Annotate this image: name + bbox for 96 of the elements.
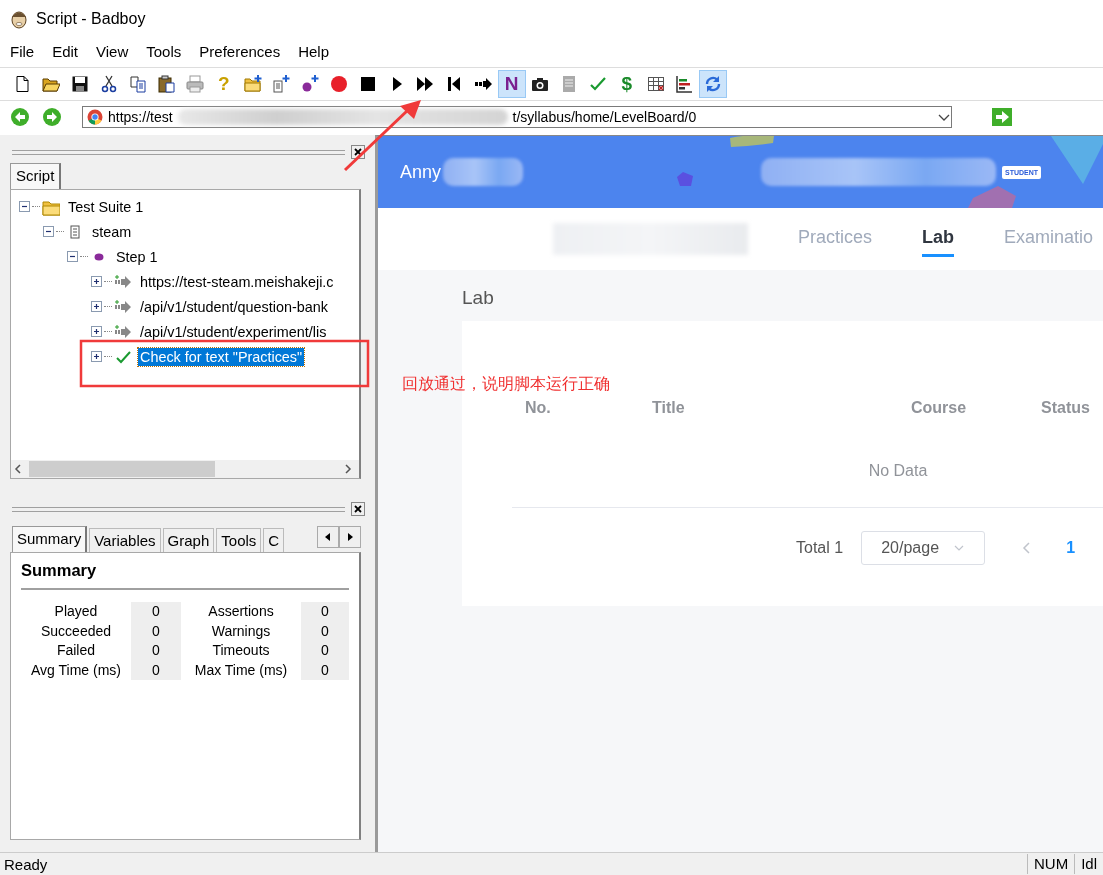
camera-icon bbox=[531, 75, 550, 93]
window-title: Script - Badboy bbox=[36, 10, 146, 28]
url-field[interactable]: https://test t/syllabus/home/LevelBoard/0 bbox=[82, 106, 952, 128]
browser-icon bbox=[87, 109, 103, 125]
table-icon bbox=[646, 75, 665, 93]
status-message: Ready bbox=[4, 855, 48, 873]
panel-heading: Summary bbox=[21, 561, 349, 590]
dot-plus-icon bbox=[301, 75, 320, 93]
tree-item[interactable]: https://test-steam.meishakeji.c bbox=[138, 272, 336, 291]
stat-label: Played bbox=[53, 602, 99, 621]
bar-chart-icon bbox=[675, 75, 694, 93]
header-decoration bbox=[968, 186, 1016, 208]
menu-item[interactable]: View bbox=[87, 42, 138, 60]
column-header: Course bbox=[911, 399, 968, 417]
stat-value: 0 bbox=[301, 621, 349, 641]
user-name: Anny bbox=[400, 161, 442, 183]
tab[interactable]: Graph bbox=[162, 528, 215, 552]
new-document-icon bbox=[13, 75, 32, 93]
total-count: Total 1 bbox=[796, 539, 844, 557]
stat-value: 0 bbox=[301, 602, 349, 622]
tree-item[interactable]: Step 1 bbox=[114, 247, 160, 266]
arrow-right-icon bbox=[114, 322, 132, 341]
tree-item[interactable]: /api/v1/student/question-bank bbox=[138, 297, 330, 316]
expand-icon[interactable] bbox=[91, 301, 102, 312]
stat-value: 0 bbox=[131, 621, 181, 641]
expand-icon[interactable] bbox=[91, 326, 102, 337]
column-header: No. bbox=[525, 399, 552, 417]
scroll-right-icon[interactable] bbox=[339, 526, 361, 548]
record-icon bbox=[330, 75, 348, 93]
menu-item[interactable]: File bbox=[1, 42, 44, 60]
empty-message: No Data bbox=[867, 462, 929, 480]
collapse-icon[interactable] bbox=[19, 201, 30, 212]
forward-icon[interactable] bbox=[42, 107, 62, 127]
scrollbar-thumb[interactable] bbox=[29, 461, 215, 477]
arrow-right-icon bbox=[114, 297, 132, 316]
stat-value: 0 bbox=[131, 641, 181, 661]
stat-value: 0 bbox=[301, 660, 349, 680]
arrow-right-icon bbox=[473, 75, 492, 93]
section-title: Lab bbox=[462, 287, 495, 310]
stat-label: Avg Time (ms) bbox=[30, 660, 122, 680]
expand-icon[interactable] bbox=[91, 276, 102, 287]
tree-item[interactable]: Test Suite 1 bbox=[66, 197, 146, 216]
tab[interactable]: Script bbox=[10, 163, 62, 189]
folder-plus-icon bbox=[243, 75, 262, 93]
tab[interactable]: Variables bbox=[89, 528, 161, 552]
clipboard-icon bbox=[157, 75, 176, 93]
header-decoration bbox=[677, 172, 693, 186]
menu-item[interactable]: Help bbox=[289, 42, 339, 60]
tree-item[interactable]: Check for text "Practices" bbox=[138, 347, 305, 366]
menu-item[interactable]: Tools bbox=[137, 42, 191, 60]
annotation-text: 回放通过，说明脚本运行正确 bbox=[402, 374, 610, 395]
go-icon[interactable] bbox=[992, 108, 1012, 126]
scissors-icon bbox=[99, 75, 118, 93]
tab[interactable]: Tools bbox=[216, 528, 262, 552]
toolbar-button[interactable]: $ bbox=[612, 70, 641, 98]
status-panel: NUM bbox=[1027, 854, 1075, 874]
menu-item[interactable]: Preferences bbox=[190, 42, 290, 60]
tree-item[interactable]: /api/v1/student/experiment/lis bbox=[138, 322, 329, 341]
stat-value: 0 bbox=[301, 641, 349, 661]
stat-label: Assertions bbox=[207, 602, 275, 621]
save-icon bbox=[70, 75, 89, 93]
app-logo-icon bbox=[10, 9, 28, 29]
stat-label: Warnings bbox=[210, 621, 272, 641]
tab[interactable]: C bbox=[263, 528, 285, 552]
menu-item[interactable]: Edit bbox=[43, 42, 88, 60]
arrow-right-icon bbox=[114, 272, 132, 291]
close-icon[interactable] bbox=[351, 502, 365, 516]
refresh-icon bbox=[704, 75, 723, 93]
expand-icon[interactable] bbox=[91, 351, 102, 362]
column-header: Title bbox=[652, 399, 686, 417]
header-decoration bbox=[1051, 136, 1103, 184]
status-panel: Idl bbox=[1074, 854, 1103, 874]
column-header: Status bbox=[1041, 399, 1091, 417]
scroll-left-icon[interactable] bbox=[317, 526, 339, 548]
toolbar-button[interactable]: N bbox=[497, 70, 526, 98]
copy-icon bbox=[128, 75, 147, 93]
collapse-icon[interactable] bbox=[43, 226, 54, 237]
header-decoration bbox=[730, 136, 774, 147]
stat-label: Max Time (ms) bbox=[193, 660, 289, 680]
printer-icon bbox=[186, 75, 205, 93]
page-plus-icon bbox=[272, 75, 291, 93]
stop-icon bbox=[358, 75, 377, 93]
stat-label: Timeouts bbox=[211, 641, 271, 660]
open-folder-icon bbox=[42, 75, 61, 93]
stat-value: 0 bbox=[131, 602, 181, 622]
tab[interactable]: Summary bbox=[12, 526, 88, 552]
stat-label: Succeeded bbox=[39, 621, 113, 641]
stat-label: Failed bbox=[55, 641, 97, 660]
collapse-icon[interactable] bbox=[67, 251, 78, 262]
fast-forward-icon bbox=[416, 75, 435, 93]
tree-item[interactable]: steam bbox=[90, 222, 134, 241]
checkmark-icon bbox=[589, 75, 607, 93]
stat-value: 0 bbox=[131, 660, 181, 680]
nav-tab[interactable]: Lab bbox=[922, 221, 955, 257]
page-size-select[interactable]: 20/page bbox=[861, 531, 986, 565]
back-icon[interactable] bbox=[10, 107, 30, 127]
